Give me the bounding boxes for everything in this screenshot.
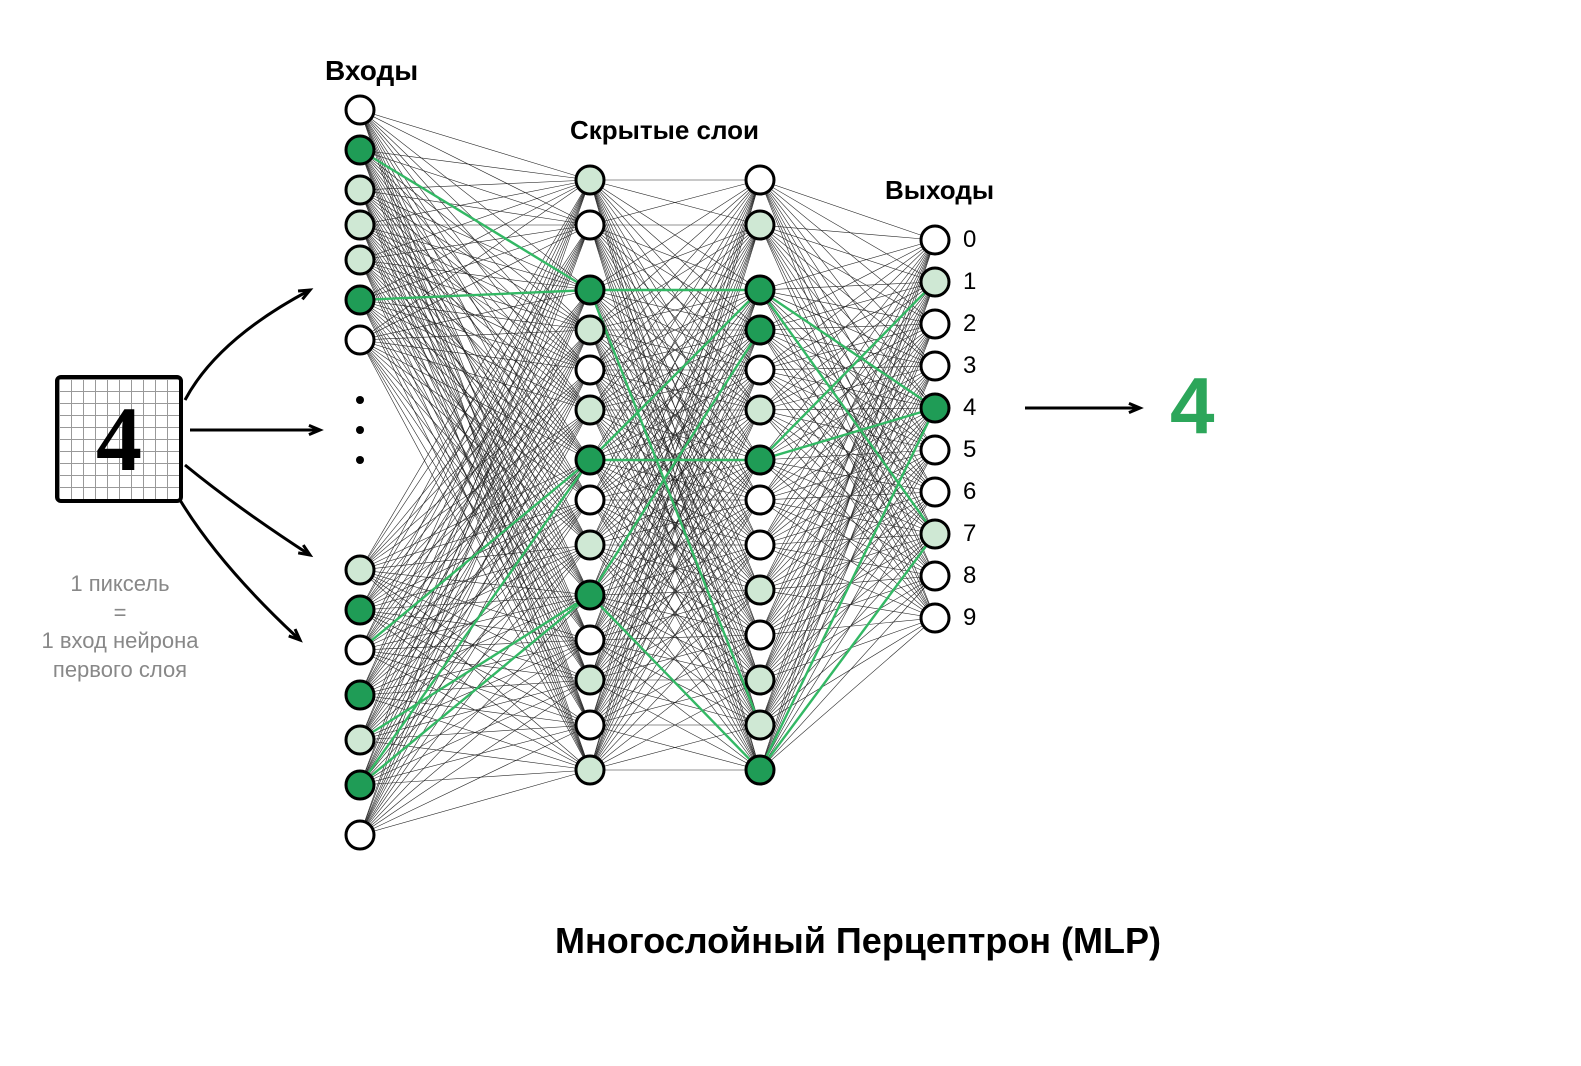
neuron-node [576, 666, 604, 694]
neuron-node [921, 478, 949, 506]
arrow-line [180, 500, 300, 640]
neuron-node [746, 531, 774, 559]
output-class-label: 5 [963, 436, 976, 464]
neuron-node [346, 246, 374, 274]
neuron-node [746, 711, 774, 739]
neuron-node [746, 276, 774, 304]
neuron-node [576, 446, 604, 474]
neuron-node [921, 562, 949, 590]
neuron-node [576, 211, 604, 239]
neuron-node [346, 821, 374, 849]
neuron-node [346, 556, 374, 584]
neuron-node [746, 756, 774, 784]
neuron-node [921, 394, 949, 422]
neuron-node [346, 326, 374, 354]
neuron-node [346, 96, 374, 124]
neuron-node [576, 531, 604, 559]
output-class-label: 8 [963, 562, 976, 590]
neuron-node [921, 226, 949, 254]
neuron-node [576, 756, 604, 784]
neuron-node [746, 446, 774, 474]
neuron-node [346, 681, 374, 709]
neuron-node [346, 176, 374, 204]
neuron-node [346, 596, 374, 624]
ellipsis-dot [356, 426, 364, 434]
output-class-label: 0 [963, 226, 976, 254]
neuron-node [746, 621, 774, 649]
neuron-node [346, 286, 374, 314]
neuron-node [921, 520, 949, 548]
neuron-node [576, 166, 604, 194]
output-class-label: 6 [963, 478, 976, 506]
neuron-node [576, 396, 604, 424]
neuron-node [576, 316, 604, 344]
neuron-node [346, 636, 374, 664]
neuron-node [576, 486, 604, 514]
neuron-node [346, 211, 374, 239]
neuron-node [346, 136, 374, 164]
neuron-node [346, 726, 374, 754]
neuron-node [746, 486, 774, 514]
output-class-label: 1 [963, 268, 976, 296]
neuron-node [576, 711, 604, 739]
neuron-node [746, 396, 774, 424]
neuron-node [576, 356, 604, 384]
arrow-line [185, 290, 310, 400]
ellipsis-dot [356, 396, 364, 404]
ellipsis-dot [356, 456, 364, 464]
neuron-node [576, 581, 604, 609]
neuron-node [746, 316, 774, 344]
output-class-label: 7 [963, 520, 976, 548]
neuron-node [746, 166, 774, 194]
output-class-label: 2 [963, 310, 976, 338]
output-class-label: 4 [963, 394, 976, 422]
neuron-node [746, 211, 774, 239]
neuron-node [576, 626, 604, 654]
arrow-line [185, 465, 310, 555]
neuron-node [921, 604, 949, 632]
neuron-node [746, 666, 774, 694]
neuron-node [576, 276, 604, 304]
neuron-node [346, 771, 374, 799]
neuron-node [746, 356, 774, 384]
neuron-node [921, 268, 949, 296]
network-svg [0, 0, 1581, 1066]
neuron-node [746, 576, 774, 604]
output-class-label: 3 [963, 352, 976, 380]
neuron-node [921, 436, 949, 464]
neuron-node [921, 352, 949, 380]
output-class-label: 9 [963, 604, 976, 632]
neuron-node [921, 310, 949, 338]
